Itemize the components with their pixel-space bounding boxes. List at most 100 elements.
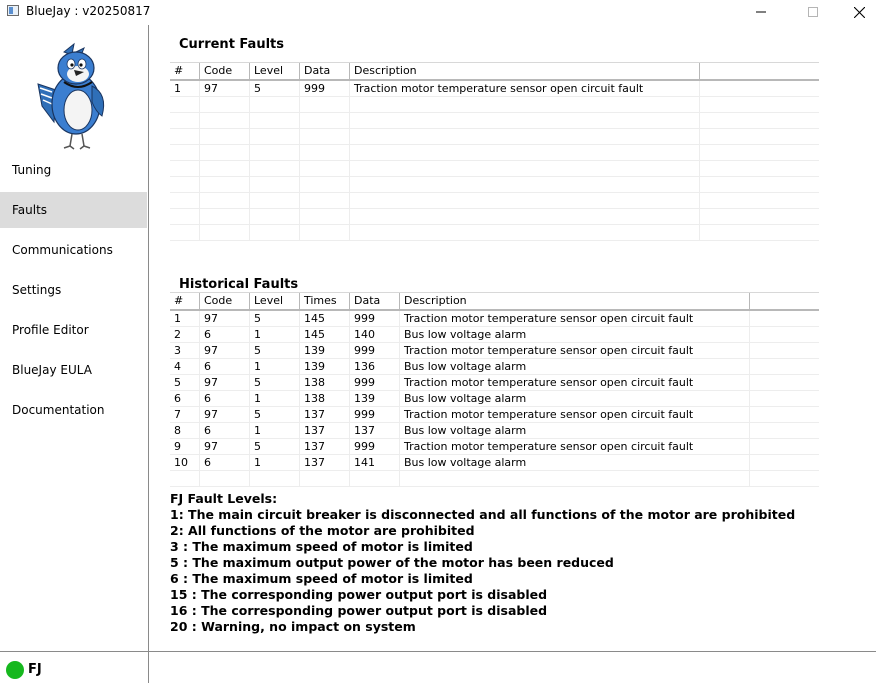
table-row[interactable]: 1 97 5 145 999 Traction motor temperature sen… [170,311,819,327]
table-cell: 5 [170,375,200,391]
table-cell: 97 [200,375,250,391]
column-header[interactable]: Data [300,63,350,79]
table-cell [300,145,350,161]
table-cell [170,145,200,161]
close-icon [853,6,865,18]
sidebar-item-tuning[interactable]: Tuning [0,152,147,188]
table-cell [250,225,300,241]
table-cell: Traction motor temperature sensor open c… [350,81,700,97]
table-row[interactable]: 8 6 1 137 137 Bus low voltage alarm [170,423,819,439]
table-cell: 999 [350,407,400,423]
column-header[interactable]: Code [200,63,250,79]
column-header[interactable]: Description [400,293,750,309]
table-cell [300,161,350,177]
bluejay-logo-icon [37,42,105,150]
table-cell: 6 [170,391,200,407]
table-cell: 139 [300,359,350,375]
fault-levels-title: FJ Fault Levels: [170,491,278,506]
table-cell [200,209,250,225]
maximize-button[interactable] [790,0,836,24]
table-cell: 1 [250,327,300,343]
table-cell: 97 [200,407,250,423]
table-cell: 137 [300,455,350,471]
table-cell [300,177,350,193]
status-label: FJ [28,662,42,677]
table-cell: 145 [300,327,350,343]
sidebar-item-communications[interactable]: Communications [0,232,147,268]
close-button[interactable] [836,0,876,24]
table-row[interactable]: 10 6 1 137 141 Bus low voltage alarm [170,455,819,471]
current-faults-table[interactable]: # Code Level Data Description 1 97 5 999 Tractio… [170,62,819,241]
table-cell [350,177,700,193]
table-cell [350,225,700,241]
table-cell [170,471,200,487]
table-cell: 139 [350,391,400,407]
table-cell [300,225,350,241]
empty-row [170,209,819,225]
table-cell [250,471,300,487]
table-cell: Bus low voltage alarm [400,327,750,343]
sidebar-item-eula[interactable]: BlueJay EULA [0,352,147,388]
table-cell: Bus low voltage alarm [400,455,750,471]
table-cell: 999 [350,311,400,327]
column-header[interactable]: # [170,293,200,309]
table-cell: Traction motor temperature sensor open c… [400,311,750,327]
table-cell: 999 [350,439,400,455]
sidebar-item-profile-editor[interactable]: Profile Editor [0,312,147,348]
table-cell: Bus low voltage alarm [400,359,750,375]
table-cell: 5 [250,407,300,423]
table-cell: 136 [350,359,400,375]
table-cell [170,129,200,145]
table-cell [250,209,300,225]
table-row[interactable]: 1 97 5 999 Traction motor temperature sensor… [170,81,819,97]
table-row[interactable]: 3 97 5 139 999 Traction motor temperature sen… [170,343,819,359]
minimize-button[interactable] [738,0,784,24]
table-cell [250,161,300,177]
table-cell: 137 [300,407,350,423]
fault-level-line: 6 : The maximum speed of motor is limite… [170,571,473,586]
table-cell [300,471,350,487]
table-row[interactable]: 9 97 5 137 999 Traction motor temperature sen… [170,439,819,455]
column-header[interactable]: Level [250,293,300,309]
table-cell [250,177,300,193]
table-cell: 97 [200,311,250,327]
table-row[interactable]: 6 6 1 138 139 Bus low voltage alarm [170,391,819,407]
sidebar-item-documentation[interactable]: Documentation [0,392,147,428]
table-row[interactable]: 4 6 1 139 136 Bus low voltage alarm [170,359,819,375]
table-cell: 137 [350,423,400,439]
table-row[interactable]: 5 97 5 138 999 Traction motor temperature sen… [170,375,819,391]
table-cell: 138 [300,391,350,407]
historical-faults-table[interactable]: # Code Level Times Data Description 1 97 5 145 99… [170,292,819,487]
column-header[interactable]: Code [200,293,250,309]
table-cell: 97 [200,343,250,359]
fault-level-line: 20 : Warning, no impact on system [170,619,416,634]
table-cell [250,97,300,113]
column-header[interactable]: Description [350,63,700,79]
table-body: 1 97 5 145 999 Traction motor temperature sen… [170,311,819,487]
table-cell [170,97,200,113]
table-row[interactable]: 2 6 1 145 140 Bus low voltage alarm [170,327,819,343]
fault-level-line: 15 : The corresponding power output port… [170,587,548,602]
table-row[interactable]: 7 97 5 137 999 Traction motor temperature sen… [170,407,819,423]
table-cell: 1 [250,391,300,407]
table-cell [170,209,200,225]
table-cell: Traction motor temperature sensor open c… [400,343,750,359]
table-cell [350,129,700,145]
column-header[interactable]: # [170,63,200,79]
table-cell [300,193,350,209]
column-header[interactable]: Data [350,293,400,309]
empty-row [170,193,819,209]
table-cell [200,225,250,241]
table-cell [350,209,700,225]
table-cell: 10 [170,455,200,471]
column-header[interactable]: Times [300,293,350,309]
table-cell: Bus low voltage alarm [400,391,750,407]
empty-row [170,471,819,487]
sidebar-item-settings[interactable]: Settings [0,272,147,308]
fault-levels-legend: FJ Fault Levels: 1: The main circuit bre… [170,491,795,635]
column-header[interactable]: Level [250,63,300,79]
table-cell: 1 [250,423,300,439]
table-cell: 5 [250,375,300,391]
empty-row [170,161,819,177]
sidebar-item-faults[interactable]: Faults [0,192,147,228]
